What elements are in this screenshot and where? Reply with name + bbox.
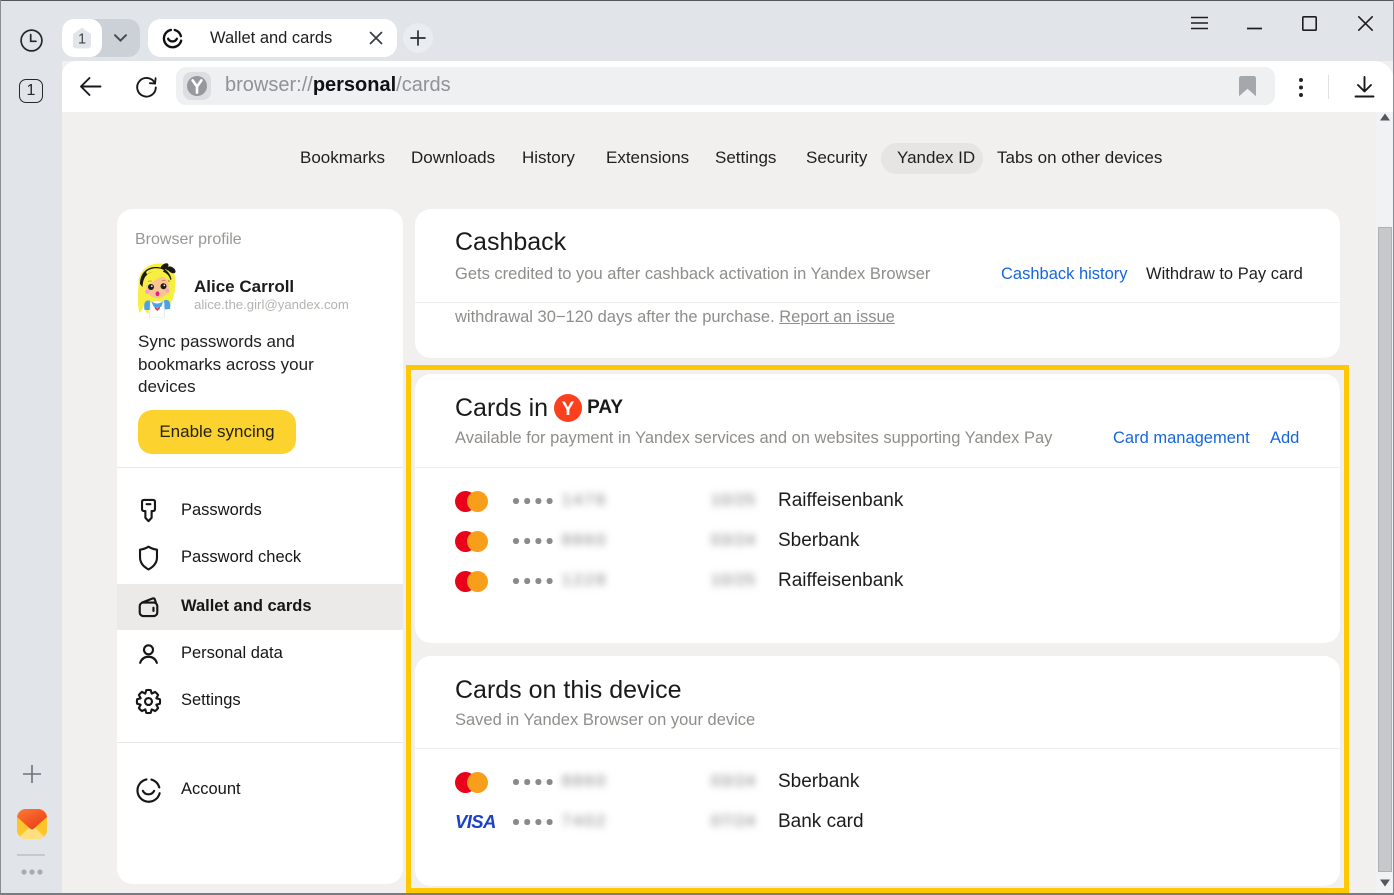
svg-text:1: 1 [78,31,86,47]
